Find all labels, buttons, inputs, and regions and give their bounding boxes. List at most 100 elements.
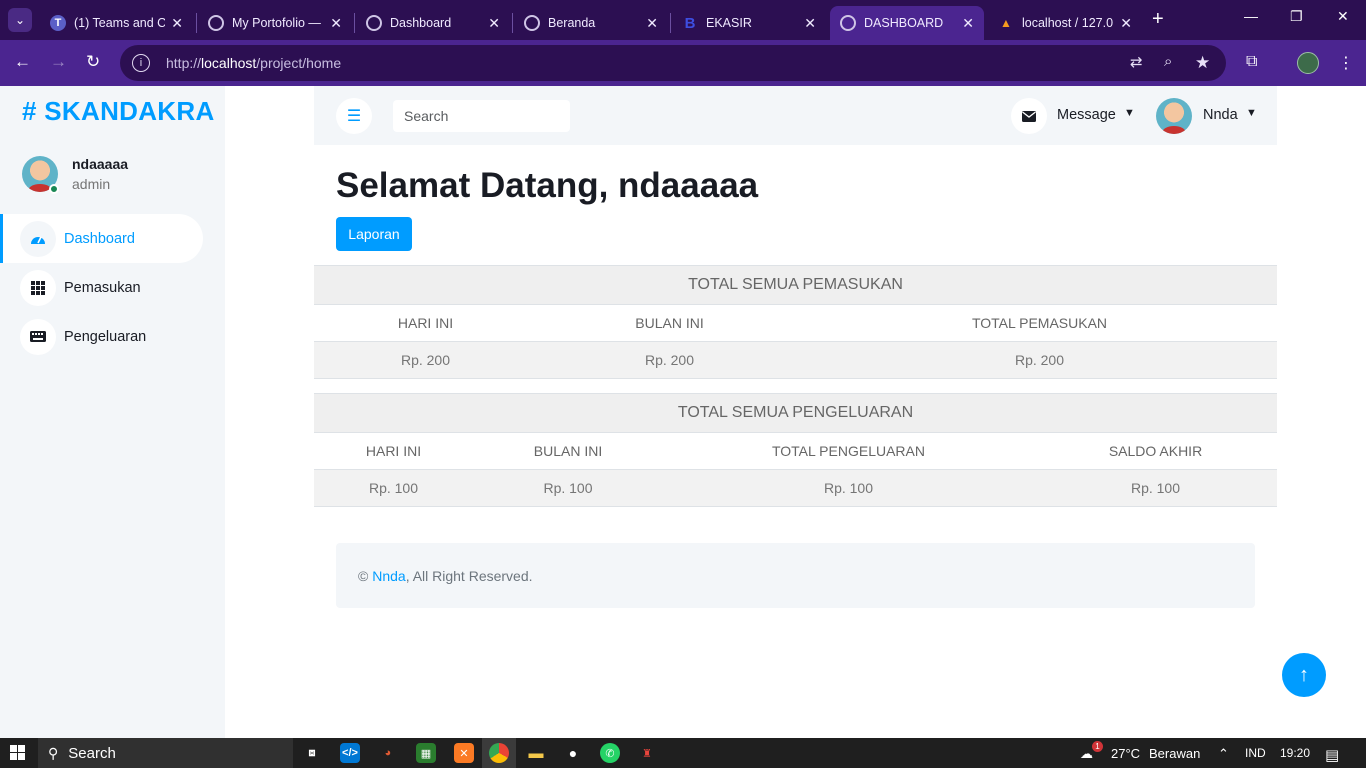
globe-icon xyxy=(840,15,856,31)
avatar[interactable] xyxy=(1156,98,1192,134)
address-bar[interactable]: i http://localhost/project/home ⇄ ⌕ ★ xyxy=(120,45,1226,81)
windows-start-icon[interactable] xyxy=(10,745,26,761)
footer-author-link[interactable]: Nnda xyxy=(372,568,405,584)
chevron-down-icon[interactable]: ▼ xyxy=(1246,107,1257,119)
info-icon[interactable]: i xyxy=(132,54,150,72)
tab-phpmyadmin[interactable]: ▲ localhost / 127.0 ✕ xyxy=(988,6,1142,40)
column-header: HARI INI xyxy=(314,304,537,342)
back-to-top-button[interactable]: ↑ xyxy=(1282,653,1326,697)
weather-temp[interactable]: 27°C xyxy=(1111,746,1140,761)
github-icon[interactable]: ● xyxy=(563,743,583,763)
column-header: BULAN INI xyxy=(537,304,802,342)
close-icon[interactable]: ✕ xyxy=(171,15,183,32)
tab-portofolio[interactable]: My Portofolio — ✕ xyxy=(198,6,352,40)
page-title: Selamat Datang, ndaaaaa xyxy=(336,166,759,205)
weather-icon[interactable]: ☁ xyxy=(1080,746,1093,762)
income-table-title: TOTAL SEMUA PEMASUKAN xyxy=(314,265,1277,305)
close-icon[interactable]: ✕ xyxy=(646,15,658,32)
table-cell: Rp. 100 xyxy=(314,469,473,507)
url-text[interactable]: http://localhost/project/home xyxy=(166,55,341,71)
sidebar-item-pengeluaran[interactable]: Pengeluaran xyxy=(0,312,225,361)
table-cell: Rp. 200 xyxy=(314,341,537,379)
sidebar-toggle-button[interactable]: ☰ xyxy=(336,98,372,134)
column-header: TOTAL PEMASUKAN xyxy=(802,304,1277,342)
reload-icon[interactable]: ↻ xyxy=(86,52,100,72)
globe-icon xyxy=(366,15,382,31)
weather-badge: 1 xyxy=(1092,741,1103,752)
chevron-down-icon[interactable]: ▼ xyxy=(1124,107,1135,119)
plus-icon: + xyxy=(1152,8,1164,30)
menu-kebab-icon[interactable]: ⋮ xyxy=(1338,53,1354,73)
message-dropdown-label[interactable]: Message xyxy=(1057,107,1116,123)
tab-search-button[interactable]: ⌄ xyxy=(8,8,32,32)
table-cell: Rp. 200 xyxy=(802,341,1277,379)
web-page: # SKANDAKRA ndaaaaa admin Dashboard Pema… xyxy=(0,86,1366,738)
sidebar-item-pemasukan[interactable]: Pemasukan xyxy=(0,263,225,312)
close-icon[interactable]: ✕ xyxy=(962,15,974,32)
income-table: TOTAL SEMUA PEMASUKAN HARI INI BULAN INI… xyxy=(314,265,1277,379)
tab-beranda[interactable]: Beranda ✕ xyxy=(514,6,668,40)
translate-icon[interactable]: ⇄ xyxy=(1130,53,1143,71)
close-icon[interactable]: ✕ xyxy=(1120,15,1132,32)
table-cell: Rp. 100 xyxy=(473,469,663,507)
user-name: ndaaaaa xyxy=(72,156,129,172)
language-indicator[interactable]: IND xyxy=(1245,746,1266,760)
tab-teams[interactable]: T (1) Teams and Ch ✕ xyxy=(40,6,193,40)
chrome-icon[interactable] xyxy=(489,743,509,763)
copyright-symbol: © xyxy=(358,567,369,584)
paint-icon[interactable]: ◕ xyxy=(378,743,398,763)
sidebar-item-label: Dashboard xyxy=(64,230,135,247)
table-cell: Rp. 100 xyxy=(663,469,1034,507)
store-icon[interactable]: ▦ xyxy=(416,743,436,763)
keyboard-icon xyxy=(20,318,56,355)
notification-icon[interactable]: ▤ xyxy=(1325,746,1339,764)
file-explorer-icon[interactable]: ▬ xyxy=(526,743,546,763)
footer-text: , All Right Reserved. xyxy=(405,567,533,584)
bookmark-star-icon[interactable]: ★ xyxy=(1195,53,1210,73)
browser-toolbar: ← → ↻ i http://localhost/project/home ⇄ … xyxy=(0,40,1366,86)
user-dropdown-label[interactable]: Nnda xyxy=(1203,107,1238,123)
search-icon: ⚲ xyxy=(48,744,59,761)
back-icon[interactable]: ← xyxy=(14,52,31,72)
minimize-button[interactable]: — xyxy=(1244,8,1258,24)
sidebar: # SKANDAKRA ndaaaaa admin Dashboard Pema… xyxy=(0,86,225,738)
sidebar-user: ndaaaaa admin xyxy=(22,156,128,192)
restore-button[interactable]: ❐ xyxy=(1290,8,1303,25)
column-header: SALDO AKHIR xyxy=(1034,432,1277,470)
arrow-up-icon: ↑ xyxy=(1299,663,1309,686)
zoom-icon[interactable]: ⌕ xyxy=(1164,53,1172,70)
xampp-icon[interactable]: ✕ xyxy=(454,743,474,763)
forward-icon[interactable]: → xyxy=(50,52,67,72)
main-content: ☰ Message ▼ Nnda ▼ Selamat Datang, ndaaa… xyxy=(314,86,1277,738)
tab-dashboard[interactable]: Dashboard ✕ xyxy=(356,6,510,40)
close-icon[interactable]: ✕ xyxy=(804,15,816,32)
sidebar-item-dashboard[interactable]: Dashboard xyxy=(0,214,203,263)
task-view-icon[interactable]: ⧈ xyxy=(302,743,322,763)
whatsapp-icon[interactable]: ✆ xyxy=(600,743,620,763)
close-window-button[interactable]: ✕ xyxy=(1337,8,1349,25)
close-icon[interactable]: ✕ xyxy=(330,15,342,32)
profile-avatar[interactable] xyxy=(1297,52,1319,74)
clock[interactable]: 19:20 xyxy=(1280,746,1310,760)
online-status-dot xyxy=(49,184,59,194)
app-icon[interactable]: ♜ xyxy=(637,743,657,763)
weather-desc[interactable]: Berawan xyxy=(1149,746,1200,761)
tab-dashboard-active[interactable]: DASHBOARD ✕ xyxy=(830,6,984,40)
user-role: admin xyxy=(72,176,111,192)
extensions-icon[interactable]: ⧉ xyxy=(1246,53,1257,71)
close-icon[interactable]: ✕ xyxy=(488,15,500,32)
grid-icon xyxy=(20,269,56,306)
report-button[interactable]: Laporan xyxy=(336,217,412,251)
taskbar-search[interactable]: ⚲ Search xyxy=(38,738,293,768)
search-input[interactable] xyxy=(393,100,570,132)
vscode-icon[interactable]: </> xyxy=(340,743,360,763)
globe-icon xyxy=(208,15,224,31)
footer: © Nnda, All Right Reserved. xyxy=(336,543,1255,608)
tab-ekasir[interactable]: B EKASIR ✕ xyxy=(672,6,826,40)
new-tab-button[interactable]: + xyxy=(1152,8,1164,31)
brand-logo[interactable]: # SKANDAKRA xyxy=(22,96,215,127)
hamburger-icon: ☰ xyxy=(346,108,362,125)
chevron-up-icon[interactable]: ⌃ xyxy=(1218,746,1229,762)
message-button[interactable] xyxy=(1011,98,1047,134)
windows-taskbar: ⚲ Search ⧈ </> ◕ ▦ ✕ ▬ ● ✆ ♜ ☁ 1 27°C Be… xyxy=(0,738,1366,768)
